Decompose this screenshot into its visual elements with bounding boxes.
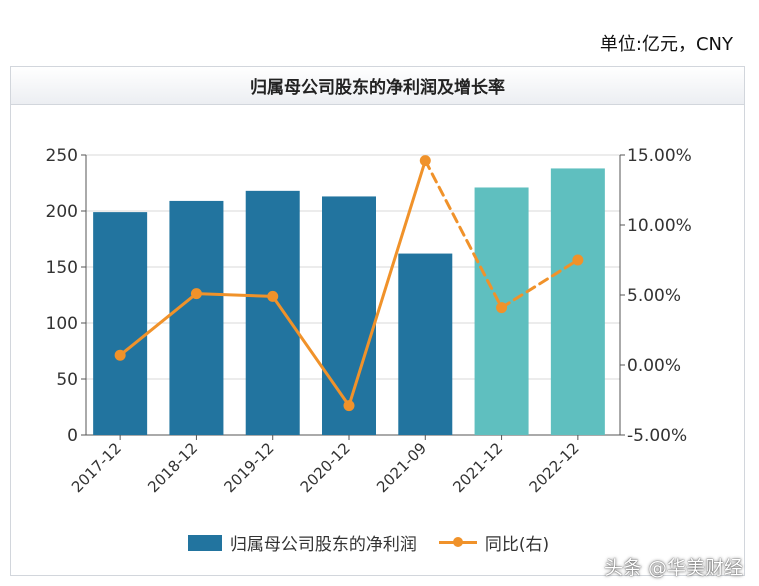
x-tick-label: 2022-12: [526, 439, 583, 496]
legend-label-line: 同比(右): [484, 535, 550, 555]
line-point: [496, 302, 508, 314]
legend-swatch-line: [438, 537, 477, 547]
legend-label-bars: 归属母公司股东的净利润: [229, 535, 417, 555]
left-tick-label: 150: [46, 258, 78, 278]
line-point: [572, 254, 584, 266]
line-point: [190, 288, 202, 300]
legend-item-line: 同比(右): [438, 530, 550, 555]
line-point: [114, 349, 126, 361]
right-tick-label: 10.00%: [627, 216, 692, 236]
x-tick-label: 2020-12: [297, 439, 354, 496]
bar: [398, 253, 453, 435]
line-point: [419, 155, 431, 167]
right-tick-label: 5.00%: [627, 286, 681, 306]
left-tick-label: 0: [67, 426, 78, 446]
left-tick-label: 100: [46, 314, 78, 334]
bar: [169, 200, 224, 435]
x-tick-label: 2019-12: [220, 439, 277, 496]
left-tick-label: 250: [46, 146, 78, 166]
x-tick-label: 2021-12: [449, 439, 506, 496]
x-tick-label: 2018-12: [144, 439, 201, 496]
line-point: [343, 400, 355, 412]
right-tick-label: 0.00%: [627, 356, 681, 376]
bar: [93, 212, 148, 435]
legend-dot: [452, 537, 463, 547]
left-tick-label: 200: [46, 202, 78, 222]
bar: [322, 196, 376, 435]
line-point: [267, 290, 279, 302]
right-tick-label: -5.00%: [627, 426, 687, 446]
x-tick-label: 2021-09: [373, 439, 430, 496]
left-tick-label: 50: [56, 370, 78, 390]
right-tick-label: 15.00%: [627, 146, 692, 166]
bar: [245, 190, 300, 435]
chart-legend: 归属母公司股东的净利润 同比(右): [0, 530, 759, 555]
watermark: 头条 @华美财经: [603, 557, 743, 579]
x-tick-label: 2017-12: [68, 439, 125, 496]
bar: [550, 168, 605, 435]
legend-item-bars: 归属母公司股东的净利润: [187, 530, 417, 555]
chart-svg: 0 50 100 150 200 250 -5.00% 0.00% 5.00% 10.00% 15.…: [46, 146, 692, 496]
legend-swatch-bar: [187, 534, 222, 551]
